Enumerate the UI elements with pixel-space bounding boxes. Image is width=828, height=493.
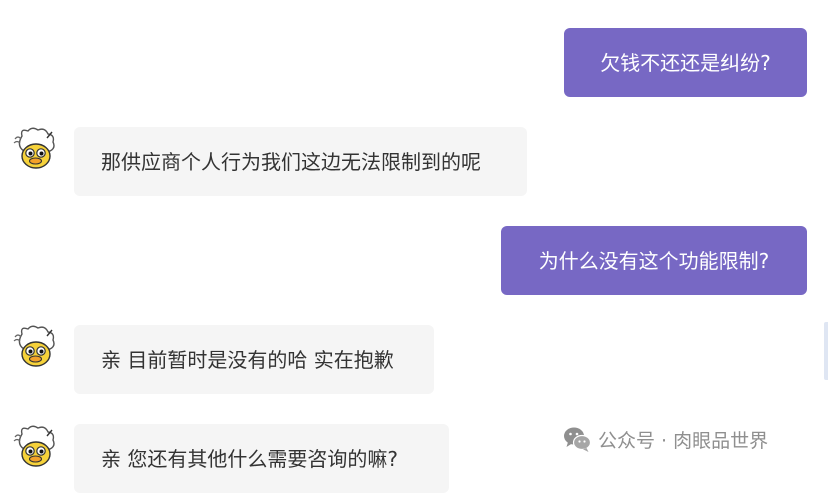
- user-message-bubble: 为什么没有这个功能限制?: [501, 226, 807, 295]
- duck-avatar-icon[interactable]: [12, 324, 58, 370]
- message-text: 为什么没有这个功能限制?: [538, 248, 770, 273]
- message-text: 欠钱不还还是纠纷?: [600, 50, 771, 75]
- duck-avatar-icon[interactable]: [12, 424, 58, 470]
- duck-avatar-icon[interactable]: [12, 126, 58, 172]
- agent-message-bubble: 那供应商个人行为我们这边无法限制到的呢: [74, 127, 527, 196]
- message-text: 那供应商个人行为我们这边无法限制到的呢: [101, 149, 481, 174]
- user-message-bubble: 欠钱不还还是纠纷?: [564, 28, 807, 97]
- agent-message-bubble: 亲 您还有其他什么需要咨询的嘛?: [74, 424, 449, 493]
- message-text: 亲 您还有其他什么需要咨询的嘛?: [101, 446, 398, 471]
- watermark: 公众号 · 肉眼品世界: [562, 424, 768, 454]
- wechat-icon: [564, 427, 592, 452]
- message-text: 亲 目前暂时是没有的哈 实在抱歉: [101, 347, 394, 372]
- agent-message-bubble: 亲 目前暂时是没有的哈 实在抱歉: [74, 325, 434, 394]
- scrollbar[interactable]: [824, 322, 828, 380]
- watermark-text: 公众号 · 肉眼品世界: [598, 429, 769, 452]
